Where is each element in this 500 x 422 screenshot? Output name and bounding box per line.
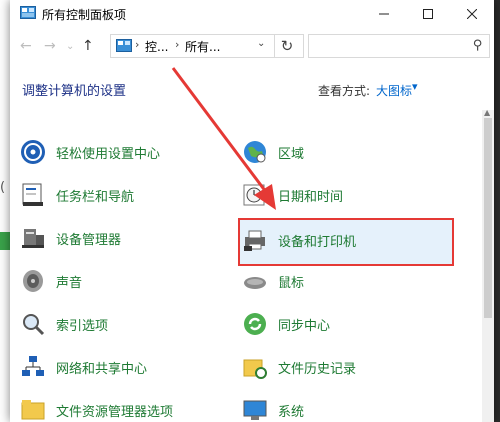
item-device-manager[interactable]: 设备管理器 [20, 220, 121, 256]
search-icon: ⚲ [473, 38, 483, 53]
file-history-icon [243, 359, 267, 379]
close-button[interactable] [450, 0, 494, 28]
item-mouse[interactable]: 鼠标 [242, 263, 304, 299]
printer-icon [244, 230, 265, 251]
breadcrumb-control-panel[interactable]: 控... [145, 38, 168, 55]
item-label: 文件资源管理器选项 [56, 404, 174, 420]
item-system[interactable]: 系统 [242, 392, 304, 422]
breadcrumb-all-items[interactable]: 所有... [185, 38, 220, 55]
item-label: 声音 [56, 275, 83, 291]
chevron-down-icon[interactable]: ▾ [412, 80, 418, 93]
indexing-icon [23, 314, 45, 336]
item-label: 区域 [278, 146, 305, 162]
scrollbar-thumb[interactable] [484, 118, 492, 318]
item-date-time[interactable]: 日期和时间 [242, 177, 343, 213]
network-icon [22, 356, 44, 376]
item-ease-of-access[interactable]: 轻松使用设置中心 [20, 134, 160, 170]
window-title: 所有控制面板项 [42, 8, 127, 22]
item-label: 任务栏和导航 [56, 189, 135, 205]
item-label: 索引选项 [56, 318, 109, 334]
maximize-button[interactable] [406, 0, 450, 28]
page-title: 调整计算机的设置 [22, 84, 127, 99]
item-sound[interactable]: 声音 [20, 263, 82, 299]
recent-locations-button[interactable]: ⌄ [66, 41, 74, 52]
control-panel-icon [116, 39, 132, 52]
close-icon [467, 9, 477, 19]
sync-icon [244, 313, 266, 335]
view-by-dropdown[interactable]: 大图标 [376, 82, 412, 99]
device-manager-icon [22, 229, 44, 248]
view-by-label: 查看方式: [318, 84, 371, 98]
item-folder-options[interactable]: 文件资源管理器选项 [20, 392, 173, 422]
background-window [0, 0, 10, 422]
item-devices-printers[interactable]: 设备和打印机 [242, 222, 356, 258]
speaker-icon [23, 270, 43, 292]
region-icon [244, 141, 266, 163]
refresh-icon: ↻ [280, 37, 294, 55]
system-icon [243, 400, 267, 420]
chevron-down-icon: ⌄ [66, 41, 75, 52]
item-label: 轻松使用设置中心 [56, 146, 161, 162]
up-button[interactable]: ↑ [82, 38, 94, 54]
control-panel-icon [20, 6, 36, 19]
forward-button[interactable]: → [44, 38, 56, 54]
item-label: 设备管理器 [56, 232, 122, 248]
vertical-scrollbar[interactable]: ▲ [482, 108, 494, 422]
taskbar-icon [22, 183, 43, 206]
item-label: 鼠标 [278, 275, 305, 291]
ease-of-access-icon [21, 140, 45, 164]
item-label: 设备和打印机 [278, 234, 357, 250]
item-label: 文件历史记录 [278, 361, 357, 377]
search-input[interactable]: ⚲ [308, 34, 490, 58]
address-dropdown-icon[interactable]: ⌄ [257, 38, 265, 49]
maximize-icon [423, 9, 433, 19]
minimize-icon [379, 13, 389, 15]
clock-icon [243, 184, 265, 206]
breadcrumb-separator-icon: › [135, 38, 140, 51]
item-label: 网络和共享中心 [56, 361, 148, 377]
scroll-up-icon[interactable]: ▲ [484, 108, 490, 117]
minimize-button[interactable] [362, 0, 406, 28]
background-text: ( [0, 180, 6, 195]
back-arrow-icon: ← [20, 38, 32, 54]
background-badge [0, 232, 10, 250]
up-arrow-icon: ↑ [82, 38, 94, 54]
back-button[interactable]: ← [20, 38, 32, 54]
item-label: 日期和时间 [278, 189, 344, 205]
refresh-button[interactable]: ↻ [274, 34, 299, 58]
item-indexing[interactable]: 索引选项 [20, 306, 108, 342]
item-label: 系统 [278, 404, 305, 420]
item-sync-center[interactable]: 同步中心 [242, 306, 330, 342]
item-network[interactable]: 网络和共享中心 [20, 349, 147, 385]
forward-arrow-icon: → [44, 38, 56, 54]
mouse-icon [244, 277, 266, 289]
item-label: 同步中心 [278, 318, 331, 334]
control-panel-window: 所有控制面板项 ← → ⌄ ↑ › 控... › 所有... ⌄ ↻ ⚲ 调整计… [10, 0, 494, 422]
item-region[interactable]: 区域 [242, 134, 304, 170]
folder-options-icon [21, 400, 45, 420]
breadcrumb-separator-icon: › [175, 38, 180, 51]
title-bar[interactable]: 所有控制面板项 [10, 0, 494, 28]
item-file-history[interactable]: 文件历史记录 [242, 349, 356, 385]
item-taskbar[interactable]: 任务栏和导航 [20, 177, 134, 213]
